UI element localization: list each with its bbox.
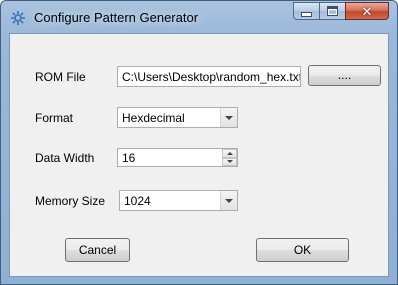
window-title: Configure Pattern Generator [34,10,199,25]
rom-file-label: ROM File [35,70,86,84]
memory-size-select[interactable]: 1024 [119,190,238,211]
cancel-button[interactable]: Cancel [65,238,130,262]
close-icon: ✕ [361,3,373,19]
chevron-down-icon [225,198,233,203]
dialog-window: Configure Pattern Generator ✕ ROM File C… [0,0,398,285]
data-width-increment[interactable] [222,149,237,158]
minimize-button[interactable] [293,2,319,20]
browse-button[interactable]: .... [308,65,381,86]
data-width-decrement[interactable] [222,157,237,166]
memory-size-dropdown-arrow[interactable] [220,191,237,210]
app-gear-icon [11,11,25,25]
ok-button[interactable]: OK [256,238,349,262]
data-width-value: 16 [122,151,136,165]
arrow-down-icon [226,160,233,164]
memory-size-label: Memory Size [35,194,106,208]
arrow-up-icon [226,151,233,155]
format-select[interactable]: Hexdecimal [117,107,238,128]
rom-file-input[interactable]: C:\Users\Desktop\random_hex.txt [117,66,301,87]
title-bar[interactable]: Configure Pattern Generator ✕ [1,1,397,33]
maximize-button[interactable] [319,2,345,20]
close-button[interactable]: ✕ [345,2,389,20]
format-label: Format [35,111,74,125]
memory-size-selected-value: 1024 [124,194,151,208]
minimize-icon [301,11,312,17]
data-width-label: Data Width [35,151,95,165]
format-selected-value: Hexdecimal [122,111,185,125]
caption-buttons: ✕ [293,2,389,22]
dialog-client-area: ROM File C:\Users\Desktop\random_hex.txt… [9,33,389,277]
format-dropdown-arrow[interactable] [220,108,237,127]
data-width-stepper[interactable]: 16 [117,148,238,167]
maximize-icon [327,6,338,16]
chevron-down-icon [225,115,233,120]
